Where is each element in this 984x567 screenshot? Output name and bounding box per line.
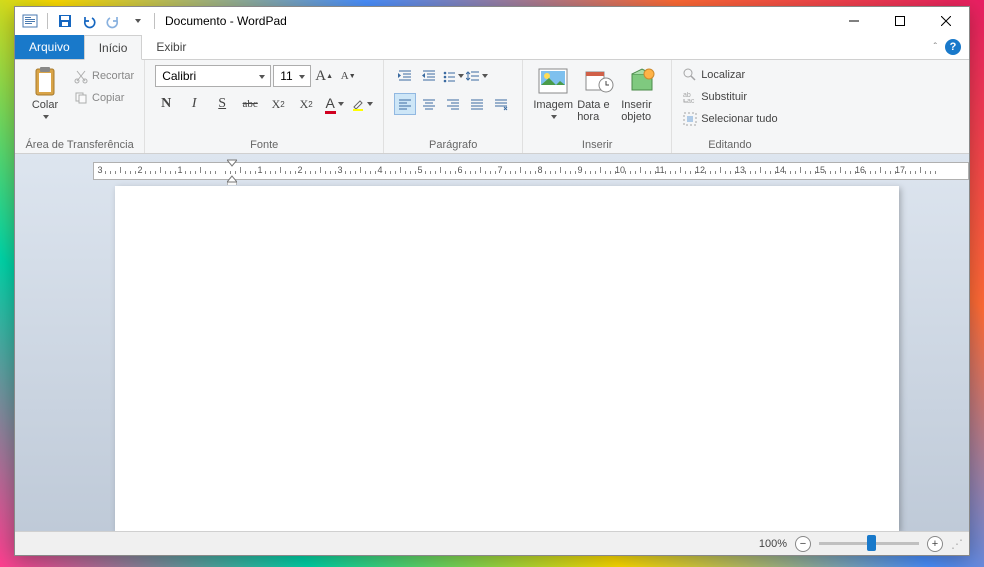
qat-customize-dropdown[interactable] xyxy=(126,10,148,32)
subscript-button[interactable]: X2 xyxy=(267,93,289,115)
align-left-icon[interactable] xyxy=(394,93,416,115)
increase-indent-icon[interactable] xyxy=(418,65,440,87)
close-button[interactable] xyxy=(923,7,969,35)
titlebar[interactable]: Documento - WordPad xyxy=(15,7,969,35)
resize-grip-icon[interactable]: ⋰ xyxy=(951,537,961,551)
undo-icon[interactable] xyxy=(78,10,100,32)
calendar-clock-icon xyxy=(583,65,615,97)
indent-marker-icon[interactable] xyxy=(227,157,237,185)
ribbon-collapse-icon[interactable]: ˆ xyxy=(934,42,937,53)
group-editing: Localizar abacSubstituir Selecionar tudo… xyxy=(672,60,787,153)
redo-icon[interactable] xyxy=(102,10,124,32)
group-clipboard: Colar Recortar Copiar Área de Transferên… xyxy=(15,60,145,153)
shrink-font-icon[interactable]: A▼ xyxy=(337,65,359,87)
app-icon[interactable] xyxy=(19,10,41,32)
group-paragraph: Parágrafo xyxy=(384,60,523,153)
font-family-combo[interactable]: Calibri xyxy=(155,65,271,87)
ribbon-tabs: Arquivo Início Exibir ˆ ? xyxy=(15,35,969,60)
copy-button[interactable]: Copiar xyxy=(73,88,134,108)
window-title: Documento - WordPad xyxy=(159,14,287,28)
zoom-out-button[interactable]: − xyxy=(795,536,811,552)
ribbon: Colar Recortar Copiar Área de Transferên… xyxy=(15,60,969,154)
tab-file[interactable]: Arquivo xyxy=(15,35,84,59)
zoom-percent[interactable]: 100% xyxy=(759,538,787,550)
group-font: Calibri 11 A▲ A▼ N I S abc X2 X2 A Fonte xyxy=(145,60,384,153)
strikethrough-button[interactable]: abc xyxy=(239,93,261,115)
zoom-in-button[interactable]: + xyxy=(927,536,943,552)
tab-home[interactable]: Início xyxy=(84,35,143,60)
minimize-button[interactable] xyxy=(831,7,877,35)
insert-object-button[interactable]: Inserir objeto xyxy=(621,63,665,123)
highlight-color-button[interactable] xyxy=(351,93,373,115)
paragraph-dialog-icon[interactable] xyxy=(490,93,512,115)
insert-datetime-button[interactable]: Data e hora xyxy=(577,63,621,123)
line-spacing-icon[interactable] xyxy=(466,65,488,87)
align-center-icon[interactable] xyxy=(418,93,440,115)
superscript-button[interactable]: X2 xyxy=(295,93,317,115)
document-area: 3211234567891011121314151617 xyxy=(15,154,969,531)
clipboard-icon xyxy=(29,65,61,97)
align-right-icon[interactable] xyxy=(442,93,464,115)
bullets-icon[interactable] xyxy=(442,65,464,87)
insert-image-button[interactable]: Imagem xyxy=(529,63,577,117)
find-button[interactable]: Localizar xyxy=(682,65,745,85)
object-icon xyxy=(627,65,659,97)
underline-button[interactable]: S xyxy=(211,93,233,115)
align-justify-icon[interactable] xyxy=(466,93,488,115)
paste-label: Colar xyxy=(32,99,58,111)
svg-text:ac: ac xyxy=(687,98,695,105)
bold-button[interactable]: N xyxy=(155,93,177,115)
paste-button[interactable]: Colar xyxy=(21,63,69,117)
document-page[interactable] xyxy=(115,186,899,531)
font-color-button[interactable]: A xyxy=(323,93,345,115)
save-icon[interactable] xyxy=(54,10,76,32)
italic-button[interactable]: I xyxy=(183,93,205,115)
picture-icon xyxy=(537,65,569,97)
zoom-slider[interactable] xyxy=(819,542,919,545)
help-icon[interactable]: ? xyxy=(945,39,961,55)
quick-access-toolbar xyxy=(15,10,159,32)
wordpad-window: Documento - WordPad Arquivo Início Exibi… xyxy=(14,6,970,556)
select-all-button[interactable]: Selecionar tudo xyxy=(682,109,777,129)
horizontal-ruler[interactable]: 3211234567891011121314151617 xyxy=(93,162,969,180)
group-insert: Imagem Data e hora Inserir objeto Inseri… xyxy=(523,60,672,153)
cut-button[interactable]: Recortar xyxy=(73,66,134,86)
statusbar: 100% − + ⋰ xyxy=(15,531,969,555)
maximize-button[interactable] xyxy=(877,7,923,35)
replace-button[interactable]: abacSubstituir xyxy=(682,87,747,107)
tab-view[interactable]: Exibir xyxy=(142,35,200,59)
font-size-combo[interactable]: 11 xyxy=(273,65,311,87)
decrease-indent-icon[interactable] xyxy=(394,65,416,87)
grow-font-icon[interactable]: A▲ xyxy=(313,65,335,87)
